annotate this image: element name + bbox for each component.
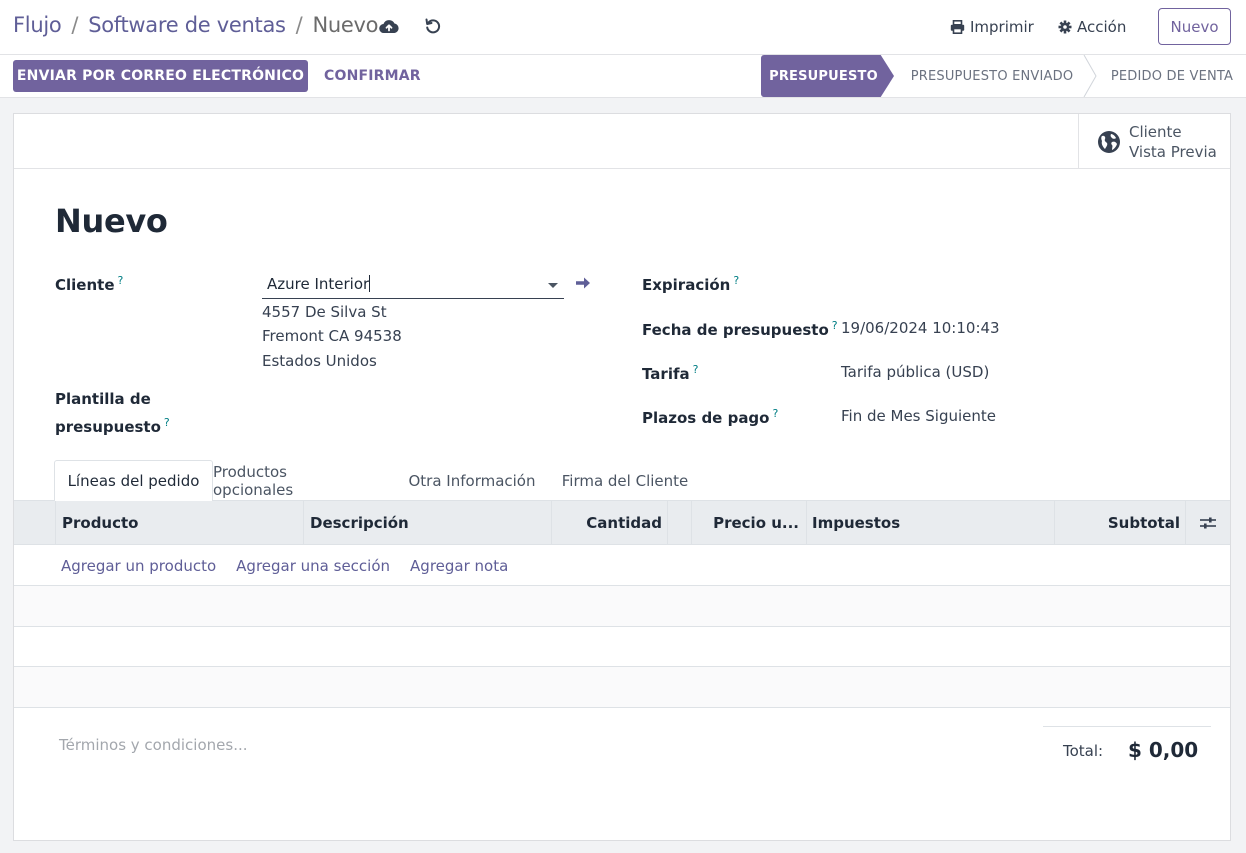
column-quantity[interactable]: Cantidad (551, 501, 667, 545)
gear-icon (1058, 20, 1072, 34)
status-sales-order[interactable]: PEDIDO DE VENTA (1098, 55, 1246, 97)
empty-row (14, 667, 1230, 707)
payment-terms-label: Plazos de pago? (642, 407, 779, 427)
quotation-template-label: Plantilla de presupuesto? (55, 390, 170, 436)
client-address-line: 4557 De Silva St (262, 303, 387, 321)
pricelist-label: Tarifa? (642, 363, 699, 383)
order-lines-header: Producto Descripción Cantidad Precio u..… (14, 501, 1230, 545)
breadcrumb: Flujo / Software de ventas / Nuevo (13, 13, 378, 37)
total-label: Total: (1063, 742, 1104, 760)
print-label: Imprimir (970, 18, 1034, 36)
form-sheet: Cliente Vista Previa Nuevo Cliente? Azur… (13, 113, 1231, 841)
row-divider (14, 707, 1230, 708)
top-bar: Flujo / Software de ventas / Nuevo Impri… (0, 0, 1246, 55)
column-taxes[interactable]: Impuestos (806, 501, 1055, 545)
client-input[interactable]: Azure Interior (262, 272, 564, 299)
discard-icon[interactable] (424, 17, 442, 35)
add-section-link[interactable]: Agregar una sección (236, 557, 390, 575)
globe-icon (1098, 130, 1120, 153)
help-icon[interactable]: ? (832, 319, 838, 332)
empty-row (14, 586, 1230, 626)
status-quotation[interactable]: PRESUPUESTO (761, 55, 894, 97)
pricelist-field[interactable]: Tarifa pública (USD) (841, 363, 989, 381)
payment-terms-field[interactable]: Fin de Mes Siguiente (841, 407, 996, 425)
help-icon[interactable]: ? (772, 407, 778, 420)
tab-order-lines[interactable]: Líneas del pedido (54, 460, 213, 502)
help-icon[interactable]: ? (733, 274, 739, 287)
preview-line-2: Vista Previa (1129, 142, 1217, 161)
new-record-button[interactable]: Nuevo (1158, 8, 1231, 45)
tab-customer-signature[interactable]: Firma del Cliente (554, 460, 696, 501)
total-divider (1043, 726, 1211, 727)
cloud-upload-icon[interactable] (379, 18, 399, 34)
breadcrumb-item-software-ventas[interactable]: Software de ventas (88, 13, 286, 37)
breadcrumb-separator: / (71, 13, 79, 37)
send-email-button[interactable]: ENVIAR POR CORREO ELECTRÓNICO (13, 60, 308, 92)
action-bar: ENVIAR POR CORREO ELECTRÓNICO CONFIRMAR … (0, 55, 1246, 98)
client-address-line: Fremont CA 94538 (262, 327, 402, 345)
tab-optional-products[interactable]: Productos opcionales (213, 460, 367, 501)
column-spacer (667, 501, 692, 545)
notebook-tabs: Líneas del pedido Productos opcionales O… (14, 460, 1230, 502)
confirm-button[interactable]: CONFIRMAR (324, 68, 421, 84)
add-note-link[interactable]: Agregar nota (410, 557, 508, 575)
client-label: Cliente? (55, 274, 124, 294)
breadcrumb-item-flujo[interactable]: Flujo (13, 13, 62, 37)
column-subtotal[interactable]: Subtotal (1054, 501, 1186, 545)
breadcrumb-current: Nuevo (312, 13, 379, 37)
tab-other-info[interactable]: Otra Información (401, 460, 543, 501)
breadcrumb-separator: / (295, 13, 303, 37)
column-product[interactable]: Producto (55, 501, 304, 545)
add-line-links: Agregar un producto Agregar una sección … (61, 557, 508, 575)
quote-date-label: Fecha de presupuesto? (642, 319, 838, 339)
action-label: Acción (1077, 18, 1127, 36)
record-title: Nuevo (55, 202, 168, 240)
sheet-button-box: Cliente Vista Previa (14, 114, 1230, 169)
sliders-icon (1200, 517, 1216, 529)
arrow-right-icon[interactable] (575, 275, 591, 291)
column-unit-price[interactable]: Precio u... (691, 501, 807, 545)
terms-conditions-field[interactable]: Términos y condiciones... (59, 736, 248, 754)
optional-columns-toggle[interactable] (1185, 501, 1230, 545)
expiration-label: Expiración? (642, 274, 740, 294)
print-icon (950, 20, 965, 34)
empty-row (14, 627, 1230, 667)
add-product-link[interactable]: Agregar un producto (61, 557, 216, 575)
quote-date-field[interactable]: 19/06/2024 10:10:43 (841, 319, 1000, 337)
help-icon[interactable]: ? (693, 363, 699, 376)
status-quotation-sent[interactable]: PRESUPUESTO ENVIADO (900, 55, 1084, 97)
help-icon[interactable]: ? (118, 274, 124, 287)
preview-line-1: Cliente (1129, 122, 1182, 141)
action-button[interactable]: Acción (1058, 18, 1126, 36)
column-description[interactable]: Descripción (303, 501, 552, 545)
chevron-down-icon[interactable] (548, 283, 558, 288)
print-button[interactable]: Imprimir (950, 18, 1034, 36)
total-amount: $ 0,00 (1128, 738, 1199, 762)
client-address-line: Estados Unidos (262, 352, 377, 370)
help-icon[interactable]: ? (164, 416, 170, 429)
customer-preview-button[interactable]: Cliente Vista Previa (1078, 114, 1230, 169)
